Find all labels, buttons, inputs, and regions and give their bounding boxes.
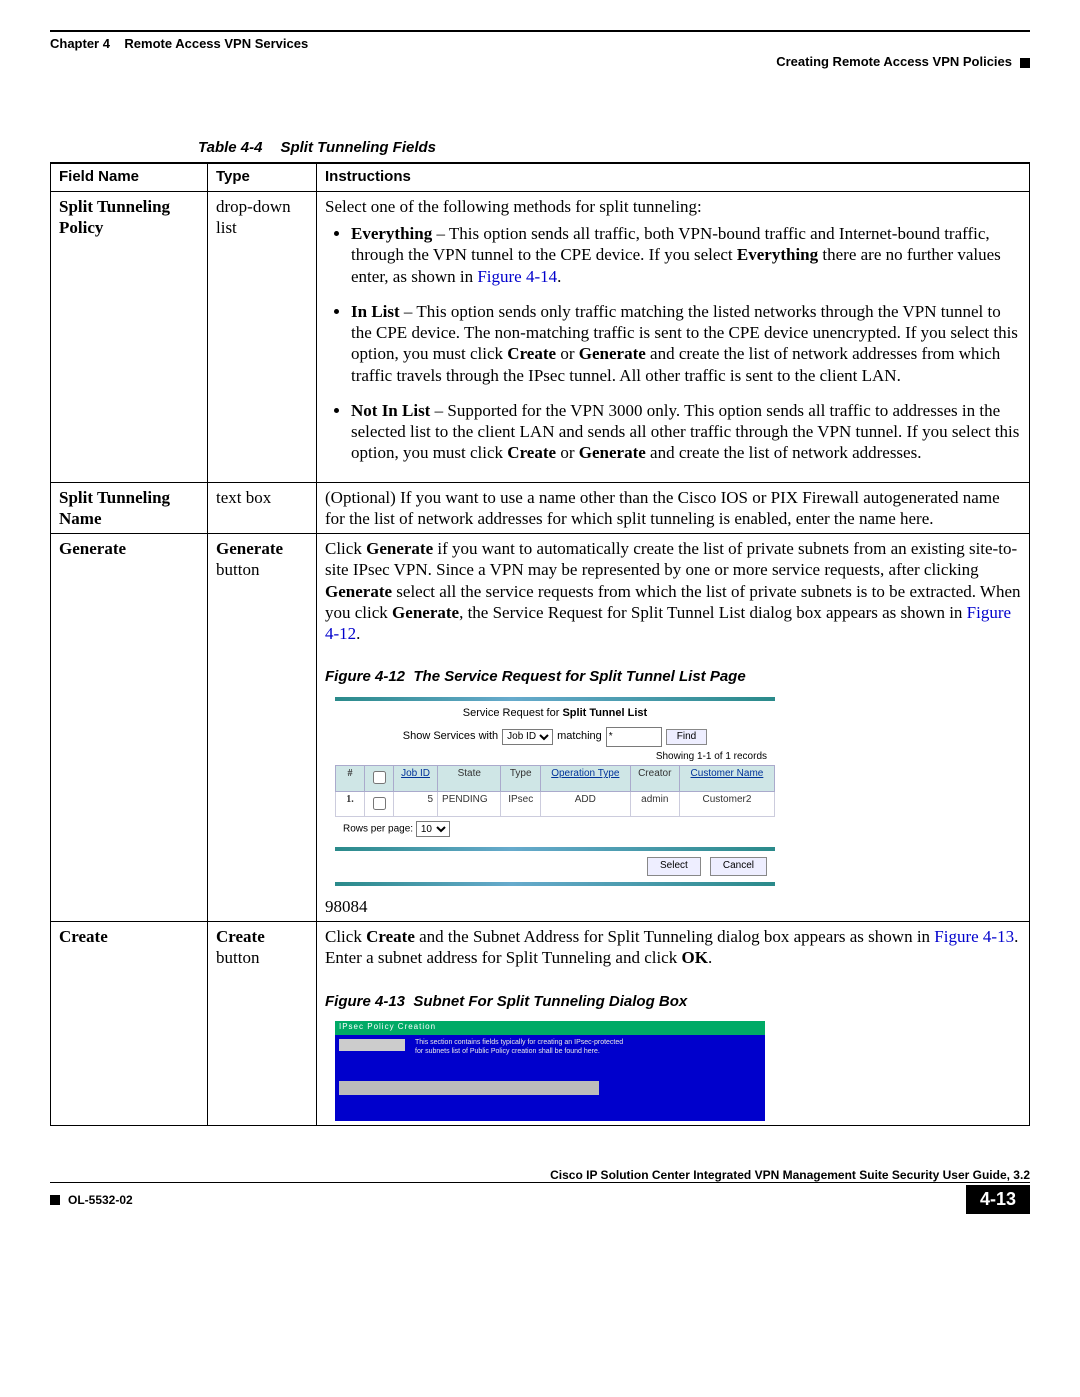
show-services-label: Show Services with [403,730,498,744]
field-name: Split Tunneling Policy [51,191,208,482]
record-count: Showing 1-1 of 1 records [335,749,775,766]
job-id-select[interactable]: Job ID [502,729,553,745]
chapter-ref: Chapter 4 [50,36,110,51]
select-all-checkbox[interactable] [373,771,386,784]
table-row: Generate Generate button Click Generate … [51,534,1030,922]
field-name: Split Tunneling Name [51,482,208,534]
bullet: Everything – This option sends all traff… [351,223,1021,287]
page-number: 4-13 [966,1185,1030,1214]
field-instr: Click Create and the Subnet Address for … [317,922,1030,1126]
table-title: Split Tunneling Fields [280,139,436,156]
col-field: Field Name [51,163,208,191]
field-name: Generate [51,534,208,922]
cancel-button[interactable]: Cancel [710,857,767,876]
page-footer: Cisco IP Solution Center Integrated VPN … [50,1166,1030,1214]
table-row: Split Tunneling Name text box (Optional)… [51,482,1030,534]
dialog-title-bar: IPsec Policy Creation [335,1021,765,1035]
result-row: 1. 5 PENDING IPsec ADD admin Customer2 [336,791,775,817]
select-button[interactable]: Select [647,857,701,876]
row-checkbox[interactable] [373,797,386,810]
field-name: Create [51,922,208,1126]
matching-label: matching [557,730,602,744]
table-row: Create Create button Click Create and th… [51,922,1030,1126]
section-title: Creating Remote Access VPN Policies [776,54,1030,69]
table-row: Split Tunneling Policy drop-down list Se… [51,191,1030,482]
find-button[interactable]: Find [666,729,707,746]
figure-caption: Figure 4-12 The Service Request for Spli… [325,668,1021,687]
field-instr: Click Generate if you want to automatica… [317,534,1030,922]
col-instr: Instructions [317,163,1030,191]
figure-xref[interactable]: Figure 4-13 [934,927,1014,946]
split-tunneling-table: Field Name Type Instructions Split Tunne… [50,162,1030,1126]
field-type: drop-down list [208,191,317,482]
page-header: Chapter 4 Remote Access VPN Services Cre… [50,30,1030,69]
figure-4-13: IPsec Policy Creation This section conta… [335,1021,765,1121]
matching-input[interactable] [606,727,662,747]
bullet: In List – This option sends only traffic… [351,301,1021,386]
rows-per-page-label: Rows per page: [343,824,413,835]
col-type: Type [208,163,317,191]
field-type: Generate button [208,534,317,922]
table-caption: Table 4-4 Split Tunneling Fields [198,139,1030,156]
figure-4-12: Service Request for Split Tunnel List Sh… [335,697,775,886]
figure-id: 98084 [325,896,1021,917]
rows-per-page-select[interactable]: 10 [416,821,450,837]
field-instr: (Optional) If you want to use a name oth… [317,482,1030,534]
table-ref: Table 4-4 [198,139,262,156]
subnet-input-row[interactable] [339,1081,599,1095]
side-panel [339,1039,405,1051]
field-instr: Select one of the following methods for … [317,191,1030,482]
dialog-text: This section contains fields typically f… [415,1039,623,1056]
doc-id: OL-5532-02 [68,1193,133,1207]
field-type: text box [208,482,317,534]
bullet: Not In List – Supported for the VPN 3000… [351,400,1021,464]
field-type: Create button [208,922,317,1126]
square-icon [50,1195,60,1205]
doc-title: Cisco IP Solution Center Integrated VPN … [50,1166,1030,1182]
figure-caption: Figure 4-13 Subnet For Split Tunneling D… [325,993,1021,1012]
figure-xref[interactable]: Figure 4-14 [477,267,557,286]
results-table: # Job ID State Type Operation Type Creat… [335,765,775,817]
chapter-title: Remote Access VPN Services [124,36,308,51]
